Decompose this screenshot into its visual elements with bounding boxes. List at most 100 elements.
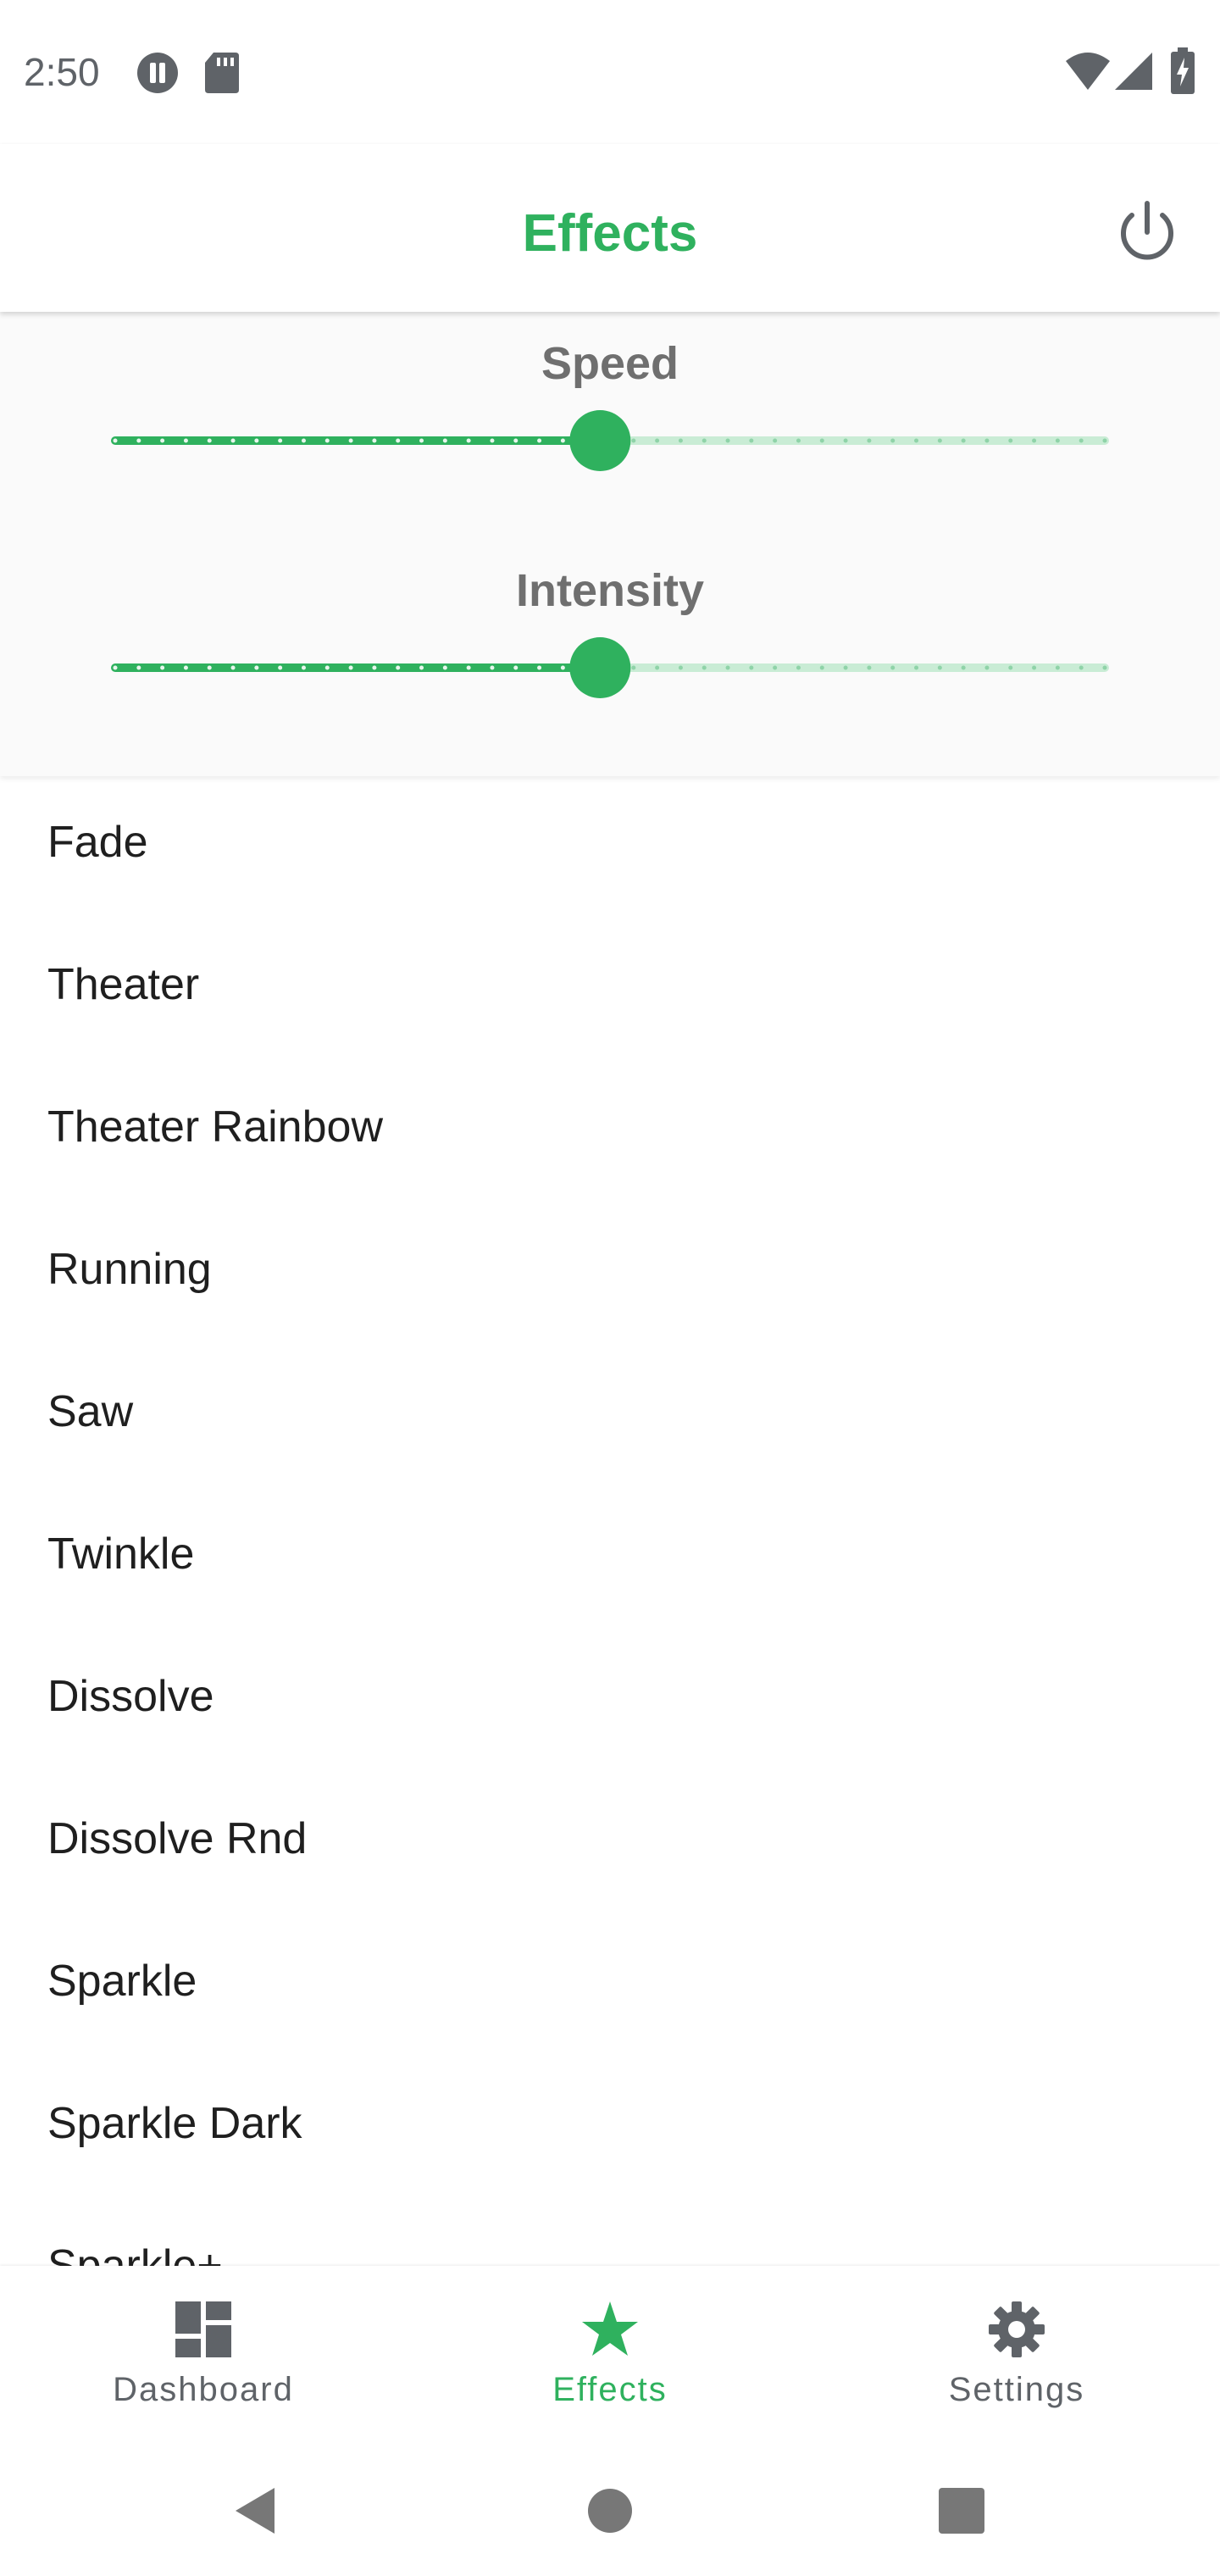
list-item[interactable]: Dissolve Rnd	[0, 1773, 1220, 1915]
dashboard-icon	[175, 2301, 231, 2357]
slider-tick	[1102, 665, 1107, 670]
slider-tick	[725, 438, 730, 443]
system-navigation-bar	[0, 2440, 1220, 2576]
list-item[interactable]: Theater	[0, 919, 1220, 1061]
slider-tick	[843, 665, 848, 670]
slider-tick	[1055, 438, 1060, 443]
slider-tick	[914, 438, 919, 443]
slider-tick	[301, 438, 306, 443]
slider-tick	[372, 438, 377, 443]
power-button[interactable]	[1110, 195, 1184, 269]
slider-tick	[324, 438, 330, 443]
slider-tick	[937, 438, 942, 443]
nav-label: Dashboard	[113, 2371, 294, 2408]
status-time: 2:50	[24, 50, 100, 94]
slider-tick	[396, 438, 401, 443]
effect-label: Dissolve	[47, 1672, 214, 1721]
slider-tick	[254, 665, 259, 670]
intensity-label: Intensity	[515, 565, 705, 616]
back-button[interactable]	[227, 2481, 286, 2540]
slider-tick	[843, 438, 848, 443]
slider-thumb[interactable]	[569, 637, 631, 698]
slider-tick	[749, 438, 754, 443]
slider-tick	[136, 665, 141, 670]
nav-item-dashboard[interactable]: Dashboard	[0, 2266, 407, 2440]
nav-item-effects[interactable]: Effects	[407, 2266, 813, 2440]
slider-tick	[183, 438, 188, 443]
speed-slider[interactable]	[110, 410, 1110, 471]
slider-tick	[773, 438, 778, 443]
slider-tick	[372, 665, 377, 670]
page-title: Effects	[522, 204, 698, 263]
list-item[interactable]: Running	[0, 1203, 1220, 1346]
recents-button[interactable]	[932, 2481, 991, 2540]
slider-tick	[819, 665, 824, 670]
slider-tick	[796, 665, 801, 670]
list-item[interactable]: Sparkle	[0, 1915, 1220, 2057]
slider-tick	[867, 438, 872, 443]
star-icon	[582, 2301, 638, 2356]
slider-tick	[442, 438, 447, 443]
slider-tick	[183, 665, 188, 670]
speed-slider-graphic	[111, 410, 1109, 471]
slider-thumb[interactable]	[569, 410, 631, 471]
slider-tick	[961, 665, 966, 670]
speed-label: Speed	[541, 338, 679, 389]
effect-label: Theater	[47, 960, 200, 1009]
slider-tick	[301, 665, 306, 670]
slider-tick	[1032, 665, 1037, 670]
effect-label: Saw	[47, 1387, 134, 1436]
bottom-navigation: Dashboard Effects Settings	[0, 2266, 1220, 2440]
effect-label: Theater Rainbow	[47, 1102, 383, 1152]
status-bar: 2:50	[0, 0, 1220, 144]
nav-item-settings[interactable]: Settings	[813, 2266, 1220, 2440]
effect-label: Running	[47, 1245, 212, 1294]
slider-tick	[890, 438, 896, 443]
home-button[interactable]	[580, 2481, 640, 2540]
intensity-slider-graphic	[111, 637, 1109, 698]
slider-tick	[348, 438, 353, 443]
slider-tick	[324, 665, 330, 670]
slider-tick	[396, 665, 401, 670]
slider-tick	[937, 665, 942, 670]
slider-tick	[230, 438, 236, 443]
slider-tick	[1079, 438, 1084, 443]
slider-tick	[773, 665, 778, 670]
slider-tick	[537, 665, 542, 670]
list-item[interactable]: Twinkle	[0, 1488, 1220, 1630]
slider-tick	[113, 665, 118, 670]
battery-charging-icon	[1169, 47, 1196, 99]
effect-label: Twinkle	[47, 1530, 195, 1579]
slider-tick	[1055, 665, 1060, 670]
nav-label: Effects	[552, 2371, 668, 2408]
gear-icon	[989, 2301, 1045, 2357]
slider-tick	[207, 438, 212, 443]
effect-label: Sparkle	[47, 1957, 197, 2006]
slider-tick	[1079, 665, 1084, 670]
slider-tick	[348, 665, 353, 670]
effect-label: Fade	[47, 818, 148, 867]
slider-tick	[254, 438, 259, 443]
slider-tick	[419, 438, 424, 443]
slider-tick	[725, 665, 730, 670]
sd-card-icon	[203, 51, 241, 99]
list-item[interactable]: Fade	[0, 776, 1220, 919]
intensity-slider[interactable]	[110, 637, 1110, 698]
pause-circle-icon	[136, 51, 180, 99]
slider-tick	[678, 665, 683, 670]
list-item[interactable]: Dissolve	[0, 1630, 1220, 1773]
slider-tick	[136, 438, 141, 443]
slider-tick	[490, 438, 495, 443]
slider-tick	[631, 438, 636, 443]
slider-tick	[867, 665, 872, 670]
slider-tick	[278, 665, 283, 670]
list-item[interactable]: Sparkle Dark	[0, 2057, 1220, 2200]
slider-tick	[490, 665, 495, 670]
list-item[interactable]: Saw	[0, 1346, 1220, 1488]
slider-tick	[419, 665, 424, 670]
slider-tick	[230, 665, 236, 670]
slider-tick	[961, 438, 966, 443]
slider-tick	[655, 438, 660, 443]
list-item[interactable]: Sparkle+	[0, 2200, 1220, 2266]
list-item[interactable]: Theater Rainbow	[0, 1061, 1220, 1203]
